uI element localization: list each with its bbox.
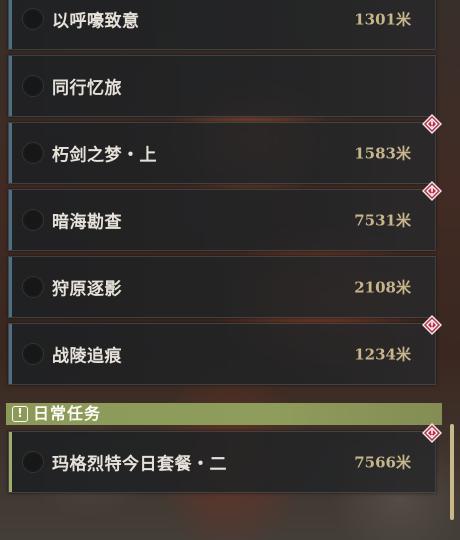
status-ring-icon: [23, 9, 43, 29]
quest-card[interactable]: 以呼嚎致意 1301米: [8, 0, 436, 50]
alert-diamond-icon: [422, 315, 442, 335]
quest-title: 同行忆旅: [52, 78, 122, 99]
status-ring-icon: [23, 210, 43, 230]
quest-title: 以呼嚎致意: [52, 11, 140, 32]
quest-title: 玛格烈特今日套餐・二: [52, 454, 227, 475]
quest-title: 朽剑之梦・上: [52, 145, 157, 166]
quest-title: 狩原逐影: [52, 279, 122, 300]
quest-accent-bar: [9, 432, 12, 492]
daily-quest-card[interactable]: 玛格烈特今日套餐・二 7566米: [8, 423, 442, 493]
quest-distance: 1234米: [354, 345, 411, 364]
quest-title: 暗海勘查: [52, 212, 122, 233]
status-ring-icon: [23, 76, 43, 96]
daily-quests-header[interactable]: ! 日常任务: [6, 403, 442, 425]
quest-distance: 7531米: [354, 211, 411, 230]
quest-card[interactable]: 狩原逐影 2108米: [8, 256, 436, 318]
quest-list: 以呼嚎致意 1301米 同行忆旅 朽剑之梦・上 1583米 暗海勘查 7531米…: [6, 0, 442, 498]
quest-accent-bar: [9, 56, 12, 116]
quest-card[interactable]: 朽剑之梦・上 1583米: [8, 114, 442, 184]
exclamation-badge-icon: !: [12, 406, 28, 422]
quest-accent-bar: [9, 190, 12, 250]
list-scrollbar[interactable]: [450, 424, 454, 520]
section-label: 日常任务: [33, 404, 102, 423]
quest-distance: 1301米: [354, 10, 411, 29]
status-ring-icon: [23, 277, 43, 297]
alert-diamond-icon: [421, 0, 443, 1]
alert-diamond-icon: [422, 423, 442, 443]
alert-diamond-icon: [422, 181, 442, 201]
quest-accent-bar: [9, 257, 12, 317]
quest-accent-bar: [9, 123, 12, 183]
quest-accent-bar: [9, 0, 12, 49]
quest-accent-bar: [9, 324, 12, 384]
status-ring-icon: [23, 143, 43, 163]
status-ring-icon: [23, 452, 43, 472]
alert-diamond-icon: [422, 114, 442, 134]
quest-distance: 7566米: [354, 453, 411, 472]
quest-card[interactable]: 同行忆旅: [8, 55, 436, 117]
quest-title: 战陵追痕: [52, 346, 122, 367]
quest-card[interactable]: 暗海勘查 7531米: [8, 181, 442, 251]
quest-distance: 1583米: [354, 144, 411, 163]
quest-card[interactable]: 战陵追痕 1234米: [8, 315, 442, 385]
status-ring-icon: [23, 344, 43, 364]
quest-distance: 2108米: [354, 278, 411, 297]
